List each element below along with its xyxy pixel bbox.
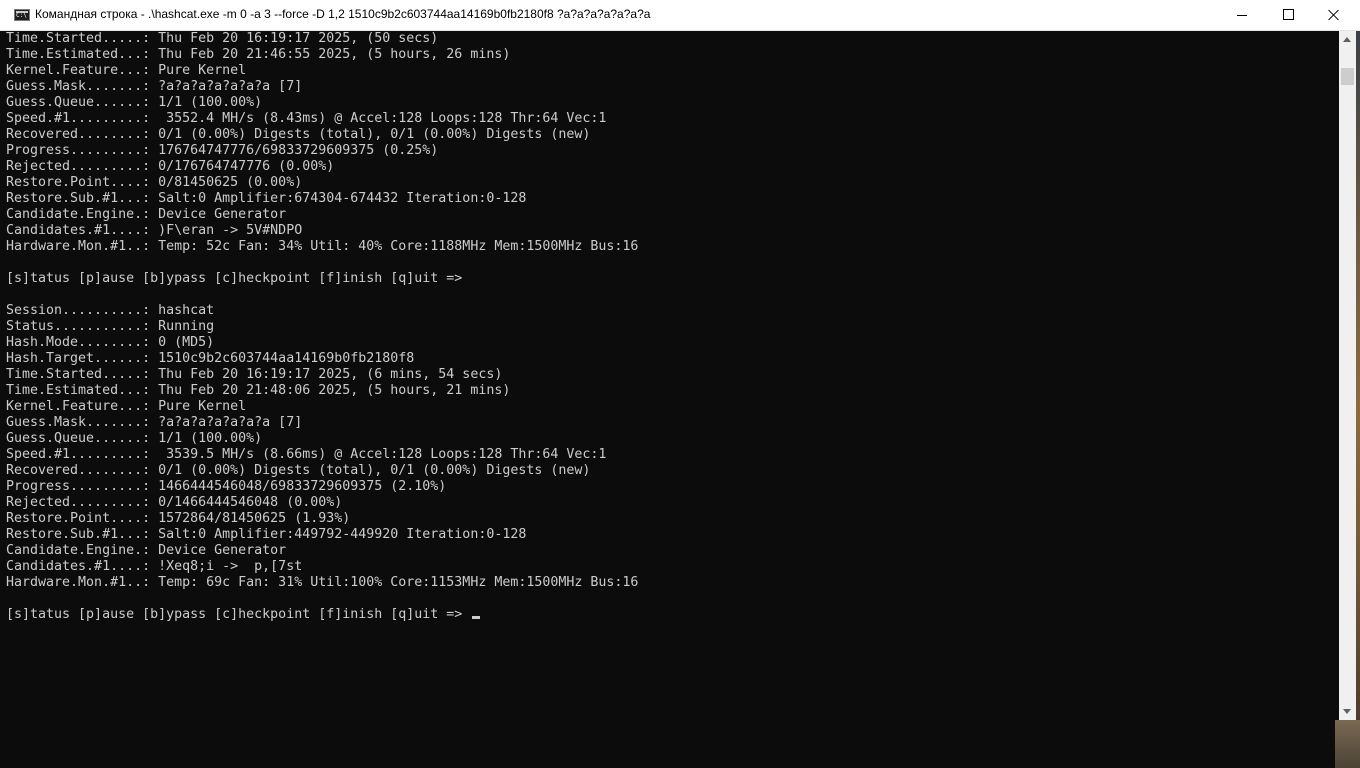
console-line: Guess.Mask.......: ?a?a?a?a?a?a?a [7] — [6, 415, 303, 430]
console-prompt-line[interactable]: [s]tatus [p]ause [b]ypass [c]heckpoint [… — [6, 607, 1336, 623]
console-line: Restore.Sub.#1...: Salt:0 Amplifier:4497… — [6, 527, 527, 542]
console-line: Recovered........: 0/1 (0.00%) Digests (… — [6, 463, 591, 478]
desktop-background-corner — [1335, 720, 1360, 768]
scrollbar-thumb[interactable] — [1341, 68, 1354, 85]
console-line: Candidate.Engine.: Device Generator — [6, 207, 287, 222]
console-line: Hardware.Mon.#1..: Temp: 52c Fan: 34% Ut… — [6, 239, 639, 254]
text-cursor — [472, 616, 481, 619]
window-title: Командная строка - .\hashcat.exe -m 0 -a… — [35, 7, 651, 21]
close-button[interactable] — [1311, 0, 1357, 30]
console-line: Candidates.#1....: !Xeq8;i -> p,[7st — [6, 559, 303, 574]
console-line: Status...........: Running — [6, 319, 215, 334]
console-line: Progress.........: 176764747776/69833729… — [6, 143, 439, 158]
console-line: Recovered........: 0/1 (0.00%) Digests (… — [6, 127, 591, 142]
console-line: Time.Estimated...: Thu Feb 20 21:46:55 2… — [6, 47, 511, 62]
desktop-background-right — [1356, 30, 1360, 720]
console-line: Hardware.Mon.#1..: Temp: 69c Fan: 31% Ut… — [6, 575, 639, 590]
console-line: Guess.Queue......: 1/1 (100.00%) — [6, 95, 263, 110]
console-line: Time.Estimated...: Thu Feb 20 21:48:06 2… — [6, 383, 511, 398]
console-line: Session..........: hashcat — [6, 303, 215, 318]
vertical-scrollbar[interactable] — [1339, 31, 1356, 720]
console-line: Rejected.........: 0/1466444546048 (0.00… — [6, 495, 343, 510]
console-line: Kernel.Feature...: Pure Kernel — [6, 399, 247, 414]
console-line: Time.Started.....: Thu Feb 20 16:19:17 2… — [6, 367, 503, 382]
console-line: Time.Started.....: Thu Feb 20 16:19:17 2… — [6, 31, 439, 46]
console-line: Guess.Mask.......: ?a?a?a?a?a?a?a [7] — [6, 79, 303, 94]
maximize-button[interactable] — [1265, 0, 1311, 30]
cmd-window: Time.Started.....: Thu Feb 20 16:19:17 2… — [0, 0, 1356, 720]
console-output[interactable]: Time.Started.....: Thu Feb 20 16:19:17 2… — [6, 31, 1336, 719]
cmd-app-icon[interactable] — [14, 9, 30, 21]
console-line: Hash.Target......: 1510c9b2c603744aa1416… — [6, 351, 415, 366]
console-line: Restore.Sub.#1...: Salt:0 Amplifier:6743… — [6, 191, 527, 206]
console-line: Candidates.#1....: )F\eran -> 5V#NDPO — [6, 223, 303, 238]
scroll-down-arrow-icon[interactable] — [1339, 703, 1356, 720]
console-prompt: [s]tatus [p]ause [b]ypass [c]heckpoint [… — [6, 607, 471, 622]
console-line: Rejected.........: 0/176764747776 (0.00%… — [6, 159, 335, 174]
console-line: Restore.Point....: 1572864/81450625 (1.9… — [6, 511, 351, 526]
console-line: Hash.Mode........: 0 (MD5) — [6, 335, 215, 350]
console-line: Speed.#1.........: 3539.5 MH/s (8.66ms) … — [6, 447, 607, 462]
console-line: Kernel.Feature...: Pure Kernel — [6, 63, 247, 78]
console-line: Progress.........: 1466444546048/6983372… — [6, 479, 447, 494]
console-line: Candidate.Engine.: Device Generator — [6, 543, 287, 558]
console-line: Restore.Point....: 0/81450625 (0.00%) — [6, 175, 303, 190]
console-line: Guess.Queue......: 1/1 (100.00%) — [6, 431, 263, 446]
minimize-button[interactable] — [1219, 0, 1265, 30]
scroll-up-arrow-icon[interactable] — [1339, 31, 1356, 48]
console-line: [s]tatus [p]ause [b]ypass [c]heckpoint [… — [6, 271, 463, 286]
console-line: Speed.#1.........: 3552.4 MH/s (8.43ms) … — [6, 111, 607, 126]
title-bar[interactable]: Командная строка - .\hashcat.exe -m 0 -a… — [0, 0, 1360, 31]
